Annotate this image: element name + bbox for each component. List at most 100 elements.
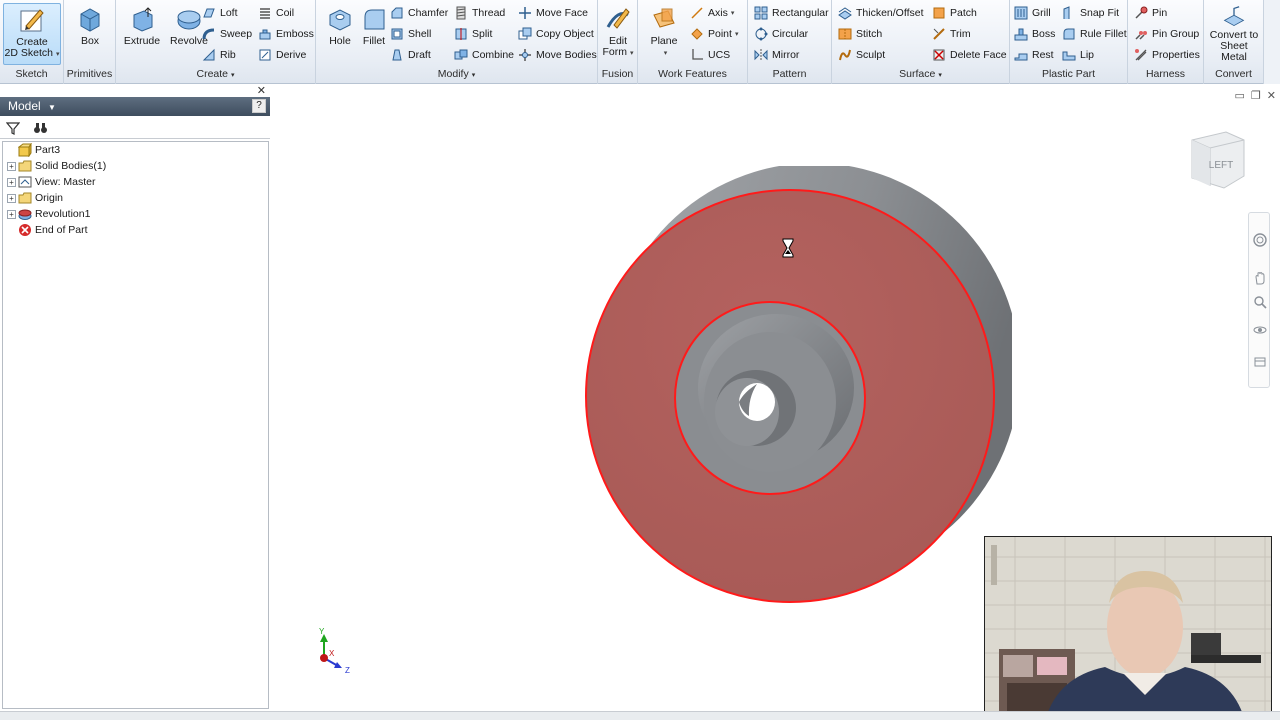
box-button[interactable]: Box	[68, 3, 112, 65]
draft-button[interactable]: Draft	[390, 46, 431, 64]
extrude-button[interactable]: Extrude	[120, 3, 164, 65]
mirror-label: Mirror	[772, 49, 800, 61]
move-face-button[interactable]: Move Face	[518, 4, 588, 22]
viewcube-face-label: LEFT	[1209, 160, 1233, 171]
plane-button[interactable]: Plane ▾	[642, 3, 686, 65]
close-document-icon[interactable]: ✕	[1267, 89, 1276, 102]
harness-panel: Pin Pin Group Properties Harness	[1128, 0, 1204, 84]
axis-button[interactable]: Axis ▾	[690, 4, 734, 22]
filter-icon[interactable]	[6, 121, 20, 135]
pin-icon	[1135, 6, 1148, 19]
derive-button[interactable]: Derive	[258, 46, 306, 64]
stitch-icon	[838, 28, 852, 40]
thread-button[interactable]: Thread	[454, 4, 505, 22]
orbit-icon[interactable]	[1253, 323, 1267, 337]
emboss-button[interactable]: Emboss	[258, 25, 314, 43]
modify-panel-label[interactable]: Modify ▾	[316, 68, 597, 81]
sweep-button[interactable]: Sweep	[202, 25, 252, 43]
chamfer-button[interactable]: Chamfer	[390, 4, 448, 22]
grill-button[interactable]: Grill	[1014, 4, 1051, 22]
rectangular-pattern-button[interactable]: Rectangular	[754, 4, 829, 22]
loft-button[interactable]: Loft	[202, 4, 238, 22]
pin-button[interactable]: Pin	[1134, 4, 1167, 22]
tree-node[interactable]: + Revolution1	[3, 206, 268, 222]
move-bodies-button[interactable]: Move Bodies	[518, 46, 597, 64]
circular-pattern-button[interactable]: Circular	[754, 25, 808, 43]
plastic-part-panel-label: Plastic Part	[1041, 68, 1096, 80]
create-2d-sketch-button[interactable]: Create 2D Sketch ▾	[3, 3, 61, 65]
patch-button[interactable]: Patch	[932, 4, 977, 22]
rib-button[interactable]: Rib	[202, 46, 236, 64]
trim-icon	[933, 28, 945, 40]
harness-properties-button[interactable]: Properties	[1134, 46, 1200, 64]
grill-label: Grill	[1032, 7, 1051, 19]
rest-label: Rest	[1032, 49, 1054, 61]
thicken-offset-button[interactable]: Thicken/Offset	[838, 4, 924, 22]
fillet-label: Fillet	[362, 35, 386, 47]
restore-icon[interactable]: ❐	[1251, 89, 1261, 102]
rule-fillet-button[interactable]: Rule Fillet	[1062, 25, 1127, 43]
convert-to-sheet-metal-button[interactable]: Convert to Sheet Metal	[1206, 3, 1262, 65]
tree-expander-icon[interactable]: +	[7, 193, 16, 203]
viewcube[interactable]: LEFT	[1186, 126, 1252, 196]
create-panel-label[interactable]: Create ▾	[116, 68, 315, 81]
circular-pattern-icon	[755, 27, 768, 41]
sculpt-button[interactable]: Sculpt	[838, 46, 885, 64]
coil-button[interactable]: Coil	[258, 4, 294, 22]
triad-x-label: X	[329, 649, 335, 658]
copy-object-button[interactable]: Copy Object	[518, 25, 594, 43]
lip-button[interactable]: Lip	[1062, 46, 1094, 64]
pattern-panel: Rectangular Circular Mirror Pattern	[748, 0, 832, 84]
shell-button[interactable]: Shell	[390, 25, 431, 43]
draft-label: Draft	[408, 49, 431, 61]
edit-form-icon	[606, 8, 630, 29]
coil-icon	[260, 8, 270, 19]
tree-node[interactable]: + View: Master	[3, 174, 268, 190]
split-button[interactable]: Split	[454, 25, 492, 43]
combine-button[interactable]: Combine	[454, 46, 514, 64]
boss-button[interactable]: Boss	[1014, 25, 1055, 43]
pin-group-button[interactable]: Pin Group	[1134, 25, 1199, 43]
browser-help-icon[interactable]: ?	[252, 99, 266, 113]
revolve-feature-icon	[18, 209, 32, 220]
tree-node[interactable]: End of Part	[3, 222, 268, 238]
ucs-icon	[692, 49, 703, 60]
look-at-icon[interactable]	[1253, 355, 1267, 369]
sculpt-icon	[839, 49, 851, 61]
pan-hand-icon[interactable]	[1253, 271, 1267, 285]
inventor-window: Create 2D Sketch▾ Sketch Box Primitives	[0, 0, 1280, 720]
trim-button[interactable]: Trim	[932, 25, 971, 43]
tree-expander-icon[interactable]: +	[7, 209, 16, 219]
delete-face-button[interactable]: Delete Face	[932, 46, 1007, 64]
tree-expander-icon[interactable]: +	[7, 161, 16, 171]
ucs-button[interactable]: UCS	[690, 46, 730, 64]
patch-label: Patch	[950, 7, 977, 19]
mirror-button[interactable]: Mirror	[754, 46, 799, 64]
tree-node[interactable]: Part3	[3, 142, 268, 158]
stitch-button[interactable]: Stitch	[838, 25, 882, 43]
thicken-offset-label: Thicken/Offset	[856, 7, 924, 19]
graphics-viewport[interactable]: ▭ ❐ ✕ LEFT Y X Z	[272, 86, 1280, 720]
part-3d-model[interactable]	[552, 166, 1012, 616]
browser-title-dropdown-icon[interactable]: ▼	[48, 103, 56, 112]
tree-node[interactable]: + Solid Bodies(1)	[3, 158, 268, 174]
edit-form-label: Edit Form	[602, 35, 628, 58]
edit-form-button[interactable]: Edit Form ▾	[598, 3, 638, 65]
minimize-icon[interactable]: ▭	[1235, 89, 1245, 102]
find-binoculars-icon[interactable]	[33, 121, 48, 135]
browser-close-icon[interactable]: ✕	[257, 84, 266, 97]
steering-wheel-icon[interactable]	[1253, 233, 1267, 247]
sculpt-label: Sculpt	[856, 49, 886, 61]
browser-header[interactable]: Model ▼ ?	[0, 97, 270, 116]
plane-icon	[653, 8, 675, 28]
tree-node[interactable]: + Origin	[3, 190, 268, 206]
sketch-panel: Create 2D Sketch ▾ Sketch	[0, 0, 64, 84]
rest-button[interactable]: Rest	[1014, 46, 1054, 64]
sweep-label: Sweep	[220, 28, 253, 40]
point-icon	[691, 28, 703, 40]
point-button[interactable]: Point ▾	[690, 25, 738, 43]
zoom-icon[interactable]	[1253, 295, 1267, 309]
snap-fit-button[interactable]: Snap Fit	[1062, 4, 1119, 22]
surface-panel-label[interactable]: Surface ▾	[832, 68, 1009, 81]
tree-expander-icon[interactable]: +	[7, 177, 16, 187]
